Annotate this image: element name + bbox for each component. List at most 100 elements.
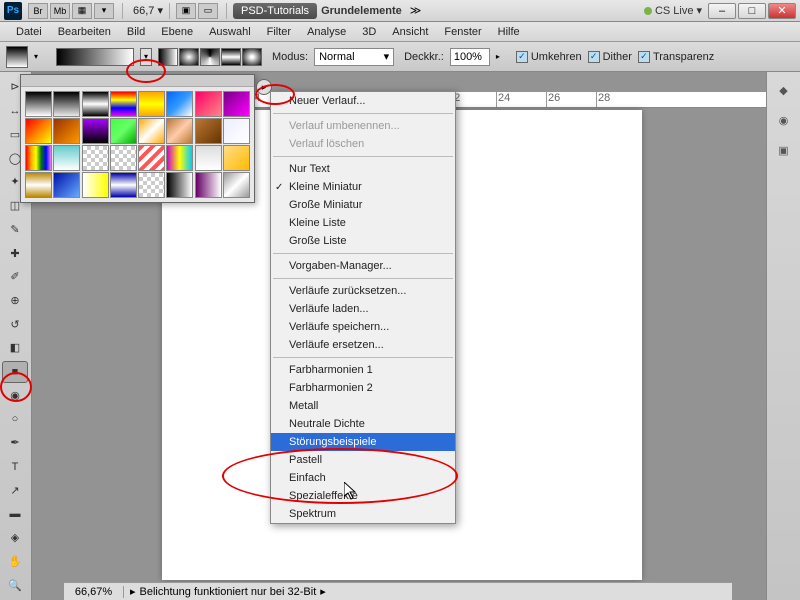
menu-item[interactable]: Verläufe ersetzen... bbox=[271, 336, 455, 354]
menu-filter[interactable]: Filter bbox=[259, 24, 299, 40]
menu-item[interactable]: Störungsbeispiele bbox=[271, 433, 455, 451]
panel-icon[interactable]: ◉ bbox=[774, 110, 794, 130]
blur-tool[interactable]: ◉ bbox=[2, 385, 28, 407]
chevron-icon[interactable]: ≫ bbox=[410, 4, 422, 17]
gradient-swatch[interactable] bbox=[195, 91, 222, 117]
diamond-gradient-button[interactable] bbox=[242, 48, 262, 66]
panel-icon[interactable]: ▣ bbox=[774, 140, 794, 160]
panel-icon[interactable]: ◆ bbox=[774, 80, 794, 100]
menu-ebene[interactable]: Ebene bbox=[153, 24, 201, 40]
type-tool[interactable]: T bbox=[2, 456, 28, 478]
menu-fenster[interactable]: Fenster bbox=[436, 24, 489, 40]
path-tool[interactable]: ↗ bbox=[2, 479, 28, 501]
maximize-button[interactable]: □ bbox=[738, 3, 766, 19]
3d-tool[interactable]: ◈ bbox=[2, 527, 28, 549]
gradient-swatch[interactable] bbox=[223, 145, 250, 171]
mode-select[interactable]: Normal▾ bbox=[314, 48, 394, 66]
menu-bild[interactable]: Bild bbox=[119, 24, 153, 40]
history-brush-tool[interactable]: ↺ bbox=[2, 313, 28, 335]
menu-item[interactable]: Einfach bbox=[271, 469, 455, 487]
reflected-gradient-button[interactable] bbox=[221, 48, 241, 66]
menu-item[interactable]: Vorgaben-Manager... bbox=[271, 257, 455, 275]
cs-live-button[interactable]: CS Live ▾ bbox=[644, 4, 702, 17]
transparency-checkbox[interactable]: ✓Transparenz bbox=[638, 51, 714, 63]
bridge-button[interactable]: Br bbox=[28, 3, 48, 19]
angle-gradient-button[interactable] bbox=[200, 48, 220, 66]
gradient-swatch[interactable] bbox=[138, 118, 165, 144]
menu-item[interactable]: Spezialeffekte bbox=[271, 487, 455, 505]
menu-item[interactable]: Große Liste bbox=[271, 232, 455, 250]
menu-item[interactable]: Spektrum bbox=[271, 505, 455, 523]
view-options-button[interactable]: ▾ bbox=[94, 3, 114, 19]
gradient-swatch[interactable] bbox=[25, 145, 52, 171]
gradient-swatch[interactable] bbox=[53, 118, 80, 144]
close-button[interactable]: ✕ bbox=[768, 3, 796, 19]
dither-checkbox[interactable]: ✓Dither bbox=[588, 51, 632, 63]
gradient-swatch[interactable] bbox=[53, 145, 80, 171]
menu-analyse[interactable]: Analyse bbox=[299, 24, 354, 40]
menu-item[interactable]: Große Miniatur bbox=[271, 196, 455, 214]
eyedropper-tool[interactable]: ✎ bbox=[2, 218, 28, 240]
document-tab[interactable]: PSD-Tutorials bbox=[233, 3, 317, 19]
gradient-swatch[interactable] bbox=[110, 172, 137, 198]
gradient-swatch[interactable] bbox=[53, 91, 80, 117]
arrange-button[interactable]: ▣ bbox=[176, 3, 196, 19]
heal-tool[interactable]: ✚ bbox=[2, 242, 28, 264]
gradient-tool[interactable]: ■ bbox=[2, 361, 28, 383]
zoom-tool[interactable]: 🔍 bbox=[2, 574, 28, 596]
screenmode-button[interactable]: ▭ bbox=[198, 3, 218, 19]
gradient-swatch[interactable] bbox=[166, 145, 193, 171]
menu-3d[interactable]: 3D bbox=[354, 24, 384, 40]
gradient-swatch[interactable] bbox=[223, 91, 250, 117]
gradient-swatch[interactable] bbox=[110, 145, 137, 171]
status-zoom[interactable]: 66,67% bbox=[64, 586, 124, 598]
gradient-swatch[interactable] bbox=[138, 91, 165, 117]
radial-gradient-button[interactable] bbox=[179, 48, 199, 66]
menu-item[interactable]: Pastell bbox=[271, 451, 455, 469]
gradient-swatch[interactable] bbox=[195, 145, 222, 171]
view-extras-button[interactable]: ▦ bbox=[72, 3, 92, 19]
dodge-tool[interactable]: ○ bbox=[2, 408, 28, 430]
menu-item[interactable]: Kleine Liste bbox=[271, 214, 455, 232]
gradient-swatch[interactable] bbox=[25, 91, 52, 117]
gradient-swatch[interactable] bbox=[223, 172, 250, 198]
popup-header[interactable] bbox=[21, 75, 254, 87]
menu-item[interactable]: Verläufe speichern... bbox=[271, 318, 455, 336]
shape-tool[interactable]: ▬ bbox=[2, 503, 28, 525]
menu-datei[interactable]: Datei bbox=[8, 24, 50, 40]
menu-item[interactable]: Kleine Miniatur bbox=[271, 178, 455, 196]
gradient-swatch[interactable] bbox=[138, 172, 165, 198]
gradient-swatch[interactable] bbox=[166, 172, 193, 198]
gradient-swatch[interactable] bbox=[82, 145, 109, 171]
menu-bearbeiten[interactable]: Bearbeiten bbox=[50, 24, 119, 40]
gradient-swatch[interactable] bbox=[82, 172, 109, 198]
gradient-swatch[interactable] bbox=[82, 91, 109, 117]
gradient-swatch[interactable] bbox=[25, 118, 52, 144]
minibridge-button[interactable]: Mb bbox=[50, 3, 70, 19]
opacity-input[interactable]: 100% bbox=[450, 48, 490, 66]
menu-item[interactable]: Verläufe laden... bbox=[271, 300, 455, 318]
zoom-level[interactable]: 66,7 ▾ bbox=[133, 4, 163, 17]
tool-preset-icon[interactable] bbox=[6, 46, 28, 68]
gradient-swatch[interactable] bbox=[195, 172, 222, 198]
gradient-swatch[interactable] bbox=[53, 172, 80, 198]
menu-auswahl[interactable]: Auswahl bbox=[201, 24, 259, 40]
gradient-swatch[interactable] bbox=[195, 118, 222, 144]
gradient-swatch[interactable] bbox=[166, 91, 193, 117]
minimize-button[interactable]: – bbox=[708, 3, 736, 19]
brush-tool[interactable]: ✐ bbox=[2, 266, 28, 288]
menu-item[interactable]: Nur Text bbox=[271, 160, 455, 178]
gradient-swatch[interactable] bbox=[223, 118, 250, 144]
gradient-dropdown[interactable]: ▾ bbox=[140, 48, 152, 66]
menu-ansicht[interactable]: Ansicht bbox=[384, 24, 436, 40]
gradient-swatch[interactable] bbox=[25, 172, 52, 198]
eraser-tool[interactable]: ◧ bbox=[2, 337, 28, 359]
gradient-swatch[interactable] bbox=[110, 118, 137, 144]
menu-hilfe[interactable]: Hilfe bbox=[490, 24, 528, 40]
pen-tool[interactable]: ✒ bbox=[2, 432, 28, 454]
gradient-swatch[interactable] bbox=[138, 145, 165, 171]
hand-tool[interactable]: ✋ bbox=[2, 551, 28, 573]
menu-item[interactable]: Neuer Verlauf... bbox=[271, 92, 455, 110]
menu-item[interactable]: Farbharmonien 1 bbox=[271, 361, 455, 379]
gradient-swatch[interactable] bbox=[166, 118, 193, 144]
